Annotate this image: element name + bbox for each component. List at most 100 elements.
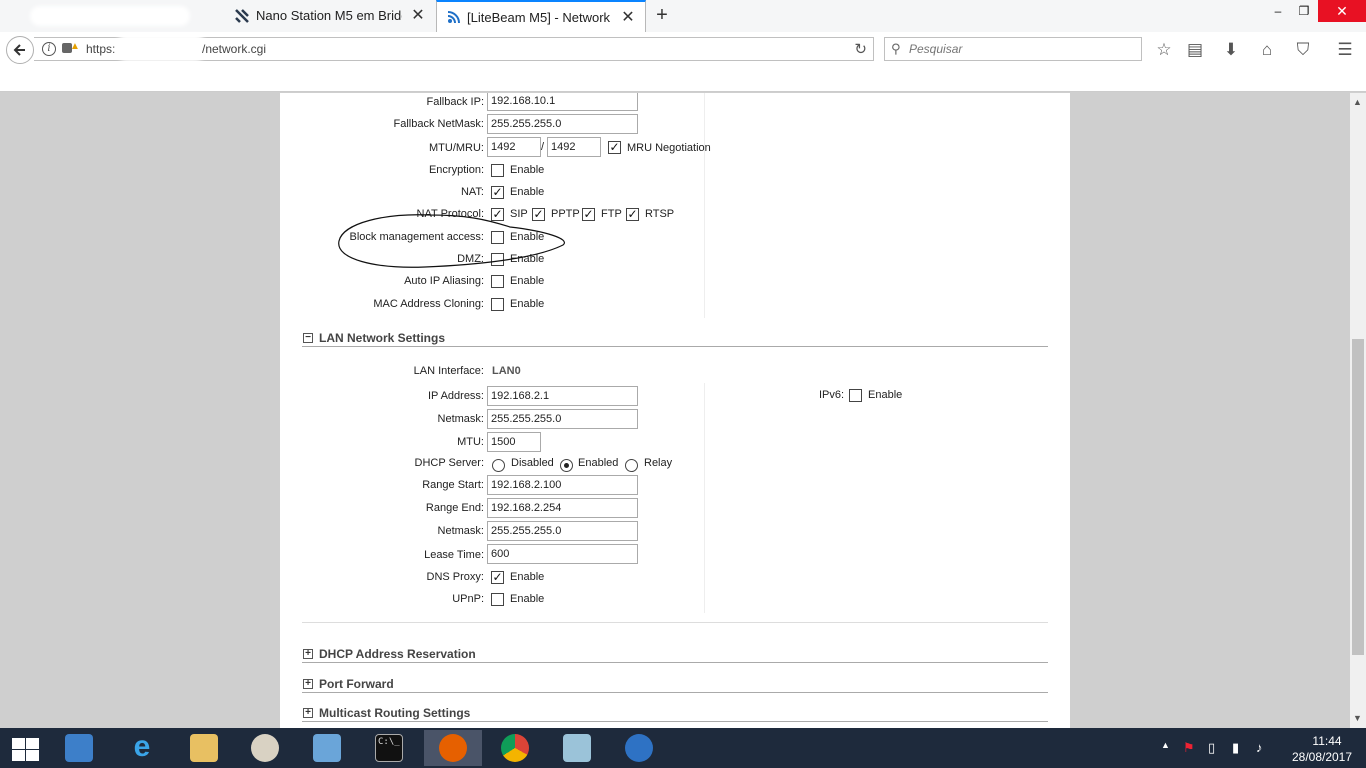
windows-start-icon[interactable]	[8, 736, 39, 761]
window-app-icon[interactable]	[298, 730, 356, 766]
lan-section-header[interactable]: − LAN Network Settings	[302, 331, 1048, 347]
clock-date[interactable]: 28/08/2017	[1282, 750, 1362, 764]
fallback-netmask-input[interactable]	[487, 114, 638, 134]
collapse-icon[interactable]: −	[303, 333, 313, 343]
mru-input[interactable]	[547, 137, 601, 157]
lease-time-input[interactable]	[487, 544, 638, 564]
fallback-netmask-label: Fallback NetMask:	[393, 118, 484, 130]
scroll-up-icon[interactable]: ▲	[1353, 97, 1362, 107]
chrome-app-icon[interactable]	[486, 730, 544, 766]
power-icon[interactable]: ▯	[1208, 740, 1215, 756]
tab-nanostation[interactable]: Nano Station M5 em Bridge ✕	[226, 0, 434, 32]
close-tab-icon[interactable]: ✕	[410, 8, 426, 24]
range-end-input[interactable]	[487, 498, 638, 518]
close-window-button[interactable]: ✕	[1318, 0, 1366, 22]
info-icon[interactable]: i	[42, 42, 56, 56]
expand-icon[interactable]: +	[303, 649, 313, 659]
action-center-flag-icon[interactable]: ⚑	[1183, 740, 1195, 756]
ubiquiti-tab-icon	[234, 8, 250, 24]
tab-blurred[interactable]	[0, 0, 225, 32]
download-icon[interactable]: ⬇	[1220, 39, 1242, 61]
show-hidden-icons-icon[interactable]: ▲	[1161, 740, 1170, 750]
ipv6-checkbox[interactable]	[849, 389, 862, 402]
dhcp-relay-radio[interactable]	[625, 459, 638, 472]
ipv6-enable-label: Enable	[868, 389, 903, 401]
nat-ftp-label: FTP	[601, 208, 622, 220]
navigation-toolbar: i ▲ https: /network.cgi ↻ ⚲ ☆ ▤ ⬇ ⌂ ⛉ ☰	[0, 32, 1366, 92]
volume-icon[interactable]: ♪	[1256, 740, 1263, 755]
lan-netmask-input[interactable]	[487, 409, 638, 429]
paint-app-icon[interactable]	[236, 730, 294, 766]
section-title: Port Forward	[319, 677, 394, 691]
dhcp-disabled-radio[interactable]	[492, 459, 505, 472]
hand-drawn-circle-annotation	[338, 214, 566, 268]
multicast-routing-section-header[interactable]: + Multicast Routing Settings	[302, 706, 1048, 722]
internet-explorer-app-icon[interactable]: e	[113, 730, 171, 766]
dhcp-netmask-input[interactable]	[487, 521, 638, 541]
search-bar[interactable]: ⚲	[884, 37, 1142, 61]
bookmark-star-icon[interactable]: ☆	[1153, 39, 1175, 61]
home-icon[interactable]: ⌂	[1256, 39, 1278, 61]
lease-time-label: Lease Time:	[424, 549, 484, 561]
rss-like-tab-icon	[446, 9, 462, 25]
command-prompt-app-icon[interactable]: C:\_	[360, 730, 418, 766]
lan-netmask-label: Netmask:	[437, 413, 484, 425]
lan-ip-input[interactable]	[487, 386, 638, 406]
auto-ip-aliasing-checkbox[interactable]	[491, 275, 504, 288]
encryption-checkbox[interactable]	[491, 164, 504, 177]
file-explorer-app-icon[interactable]	[175, 730, 233, 766]
network-signal-icon[interactable]: ▮	[1232, 740, 1239, 756]
range-start-input[interactable]	[487, 475, 638, 495]
dns-proxy-label: DNS Proxy:	[426, 571, 484, 583]
fallback-ip-label: Fallback IP:	[426, 96, 484, 108]
restore-button[interactable]: ❐	[1286, 0, 1322, 22]
mru-negotiation-checkbox[interactable]: ✓	[608, 141, 621, 154]
url-path: /network.cgi	[202, 42, 267, 56]
ubiquiti-discovery-app-icon[interactable]	[610, 730, 668, 766]
expand-icon[interactable]: +	[303, 708, 313, 718]
fallback-ip-input[interactable]	[487, 93, 638, 111]
port-forward-section-header[interactable]: + Port Forward	[302, 677, 1048, 693]
pocket-icon[interactable]: ⛉	[1292, 39, 1314, 61]
tab-litebeam[interactable]: [LiteBeam M5] - Network ✕	[436, 0, 646, 32]
dns-proxy-checkbox[interactable]: ✓	[491, 571, 504, 584]
close-tab-icon[interactable]: ✕	[620, 10, 636, 26]
menu-icon[interactable]: ☰	[1334, 39, 1356, 61]
nat-ftp-checkbox[interactable]: ✓	[582, 208, 595, 221]
column-divider	[704, 383, 705, 613]
mtu-input[interactable]	[487, 137, 541, 157]
new-tab-button[interactable]: +	[652, 5, 672, 26]
scrollbar-thumb[interactable]	[1352, 339, 1364, 655]
mac-cloning-label: MAC Address Cloning:	[373, 298, 484, 310]
nat-rtsp-checkbox[interactable]: ✓	[626, 208, 639, 221]
calculator-app-icon[interactable]	[50, 730, 108, 766]
dhcp-server-label: DHCP Server:	[414, 457, 484, 469]
firefox-app-icon[interactable]	[424, 730, 482, 766]
section-title: Multicast Routing Settings	[319, 706, 471, 720]
reload-icon[interactable]: ↻	[854, 40, 867, 58]
lan-mtu-label: MTU:	[457, 436, 484, 448]
dhcp-enabled-radio[interactable]	[560, 459, 573, 472]
mac-cloning-checkbox[interactable]	[491, 298, 504, 311]
lan-mtu-input[interactable]	[487, 432, 541, 452]
nat-checkbox[interactable]: ✓	[491, 186, 504, 199]
clock-time[interactable]: 11:44	[1292, 734, 1362, 748]
expand-icon[interactable]: +	[303, 679, 313, 689]
upnp-checkbox[interactable]	[491, 593, 504, 606]
page-viewport: Fallback IP: Fallback NetMask: MTU/MRU: …	[0, 93, 1350, 728]
reading-list-icon[interactable]: ▤	[1184, 39, 1206, 61]
address-bar[interactable]: i ▲ https: /network.cgi ↻	[34, 34, 874, 62]
notepad-app-icon[interactable]	[548, 730, 606, 766]
mtu-separator: /	[541, 141, 545, 153]
search-input[interactable]	[909, 40, 1129, 58]
windows-taskbar: e C:\_ ▲ ⚑ ▯ ▮ ♪ 11:44 28/08/2017	[0, 728, 1366, 768]
scroll-down-icon[interactable]: ▼	[1353, 713, 1362, 723]
dhcp-relay-label: Relay	[644, 457, 673, 469]
encryption-label: Encryption:	[428, 164, 484, 176]
back-button[interactable]	[6, 36, 34, 64]
upnp-enable-label: Enable	[510, 593, 545, 605]
auto-ip-aliasing-label: Auto IP Aliasing:	[404, 275, 484, 287]
vertical-scrollbar[interactable]: ▲ ▼	[1350, 93, 1366, 728]
tab-title: [LiteBeam M5] - Network	[467, 10, 611, 25]
dhcp-reservation-section-header[interactable]: + DHCP Address Reservation	[302, 647, 1048, 663]
